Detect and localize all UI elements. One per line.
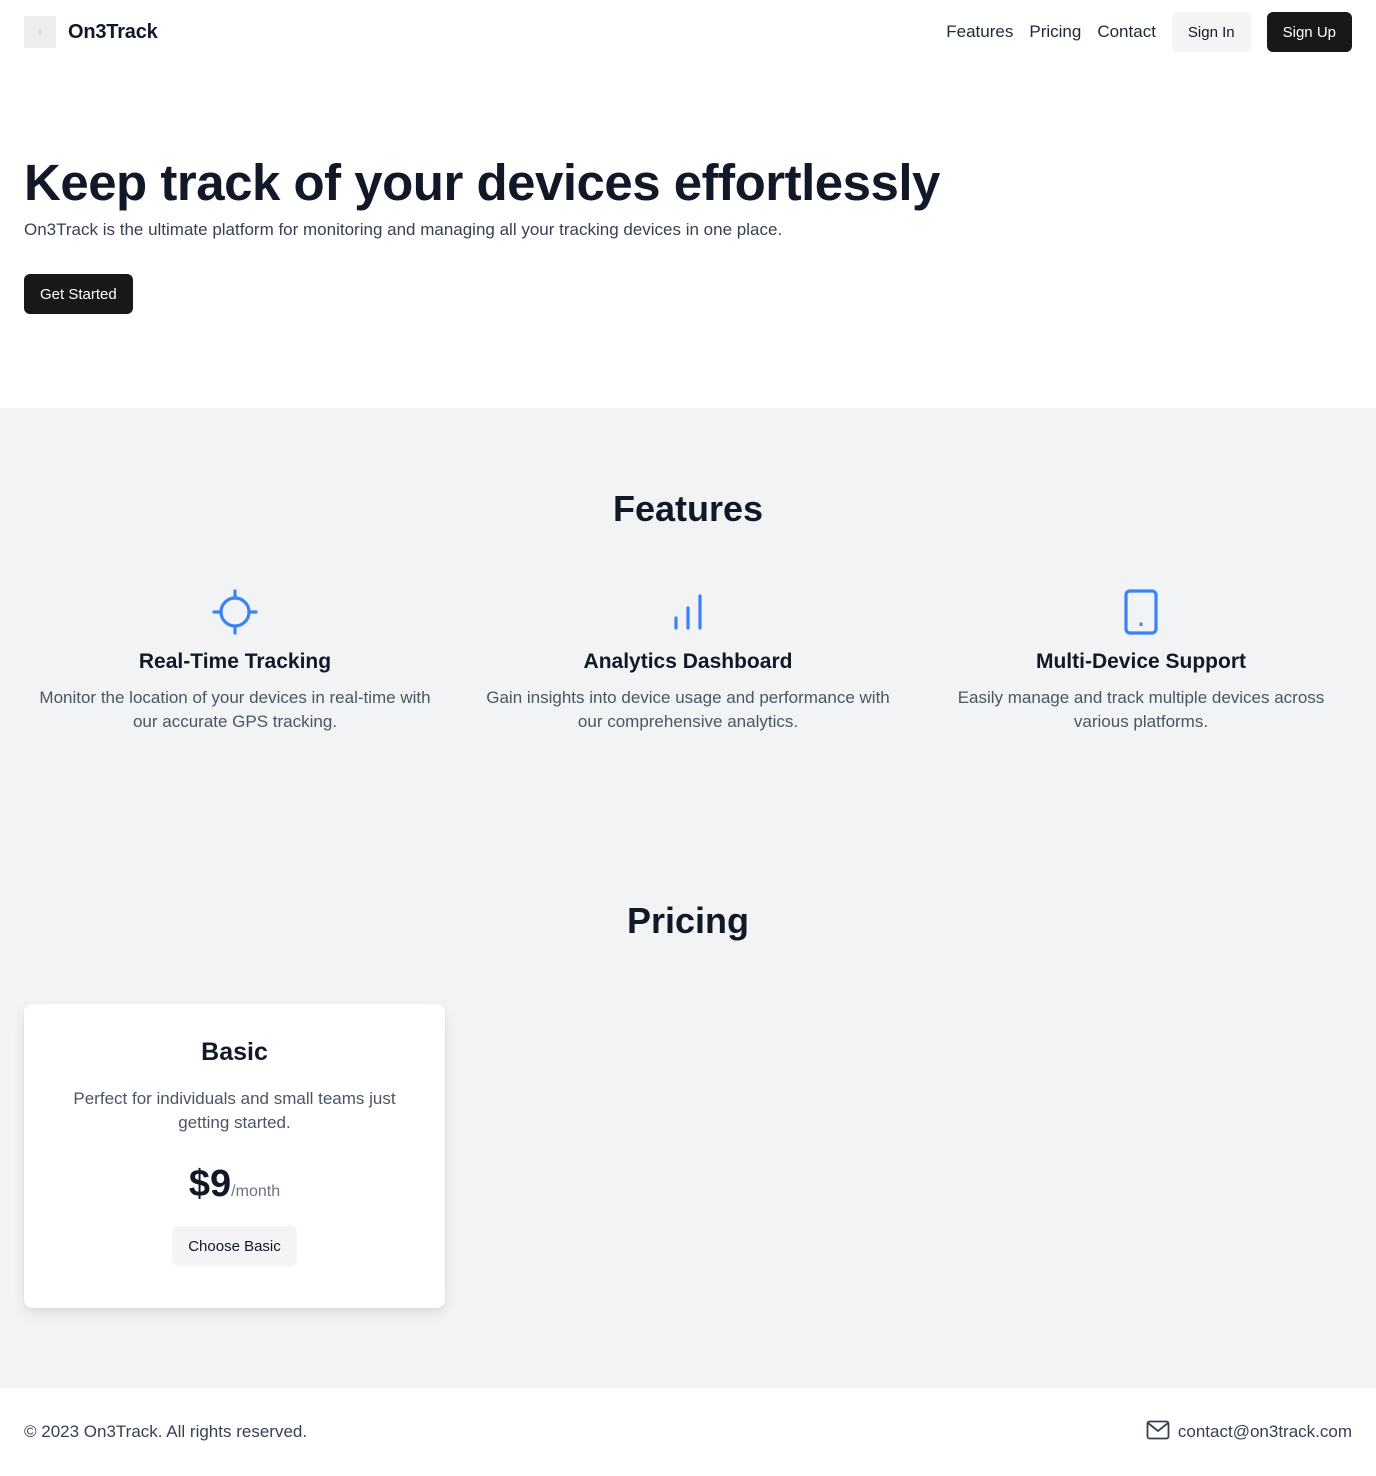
- site-footer: © 2023 On3Track. All rights reserved. co…: [0, 1388, 1376, 1476]
- brand[interactable]: On3Track: [24, 16, 158, 48]
- plan-amount: $9: [188, 1163, 232, 1205]
- feature-description: Gain insights into device usage and perf…: [486, 688, 890, 731]
- pricing-card-basic: Basic Perfect for individuals and small …: [24, 1004, 445, 1308]
- contact-link[interactable]: contact@on3track.com: [1146, 1420, 1352, 1445]
- feature-title: Analytics Dashboard: [583, 650, 793, 673]
- feature-card: Real-Time Tracking Monitor the location …: [24, 588, 446, 734]
- site-header: On3Track Features Pricing Contact Sign I…: [0, 0, 1376, 64]
- main-nav: Features Pricing Contact Sign In Sign Up: [946, 12, 1352, 52]
- sign-in-button[interactable]: Sign In: [1171, 12, 1251, 52]
- brand-name: On3Track: [68, 20, 158, 43]
- mail-icon: [1146, 1420, 1170, 1445]
- hero-subtitle: On3Track is the ultimate platform for mo…: [24, 220, 783, 239]
- nav-link-pricing[interactable]: Pricing: [1029, 22, 1081, 42]
- features-title: Features: [612, 488, 764, 529]
- feature-card: Analytics Dashboard Gain insights into d…: [477, 588, 899, 734]
- plan-description: Perfect for individuals and small teams …: [73, 1089, 396, 1132]
- feature-card: Multi-Device Support Easily manage and t…: [930, 588, 1352, 734]
- feature-title: Multi-Device Support: [1035, 650, 1246, 673]
- plan-period: /month: [231, 1183, 281, 1200]
- feature-title: Real-Time Tracking: [138, 650, 332, 673]
- features-grid: Real-Time Tracking Monitor the location …: [24, 588, 1352, 734]
- bar-chart-icon: [477, 588, 899, 636]
- crosshair-icon: [24, 588, 446, 636]
- copyright-text: © 2023 On3Track. All rights reserved.: [24, 1422, 308, 1441]
- get-started-button[interactable]: Get Started: [24, 274, 133, 314]
- sign-up-button[interactable]: Sign Up: [1266, 12, 1352, 52]
- choose-basic-button[interactable]: Choose Basic: [172, 1226, 297, 1266]
- smartphone-icon: [930, 588, 1352, 636]
- nav-link-contact[interactable]: Contact: [1097, 22, 1156, 42]
- contact-email[interactable]: contact@on3track.com: [1178, 1422, 1352, 1442]
- hero-title: Keep track of your devices effortlessly: [24, 154, 940, 211]
- hero-section: Keep track of your devices effortlessly …: [24, 150, 1324, 314]
- plan-price: $9/month: [24, 1163, 445, 1206]
- features-pricing-section: Features Real-Time Tracking Monitor the …: [0, 408, 1376, 1388]
- plan-name: Basic: [201, 1038, 268, 1066]
- logo-image: [24, 16, 56, 48]
- feature-description: Monitor the location of your devices in …: [39, 688, 431, 731]
- feature-description: Easily manage and track multiple devices…: [957, 688, 1325, 731]
- nav-link-features[interactable]: Features: [946, 22, 1013, 42]
- pricing-title: Pricing: [626, 900, 750, 941]
